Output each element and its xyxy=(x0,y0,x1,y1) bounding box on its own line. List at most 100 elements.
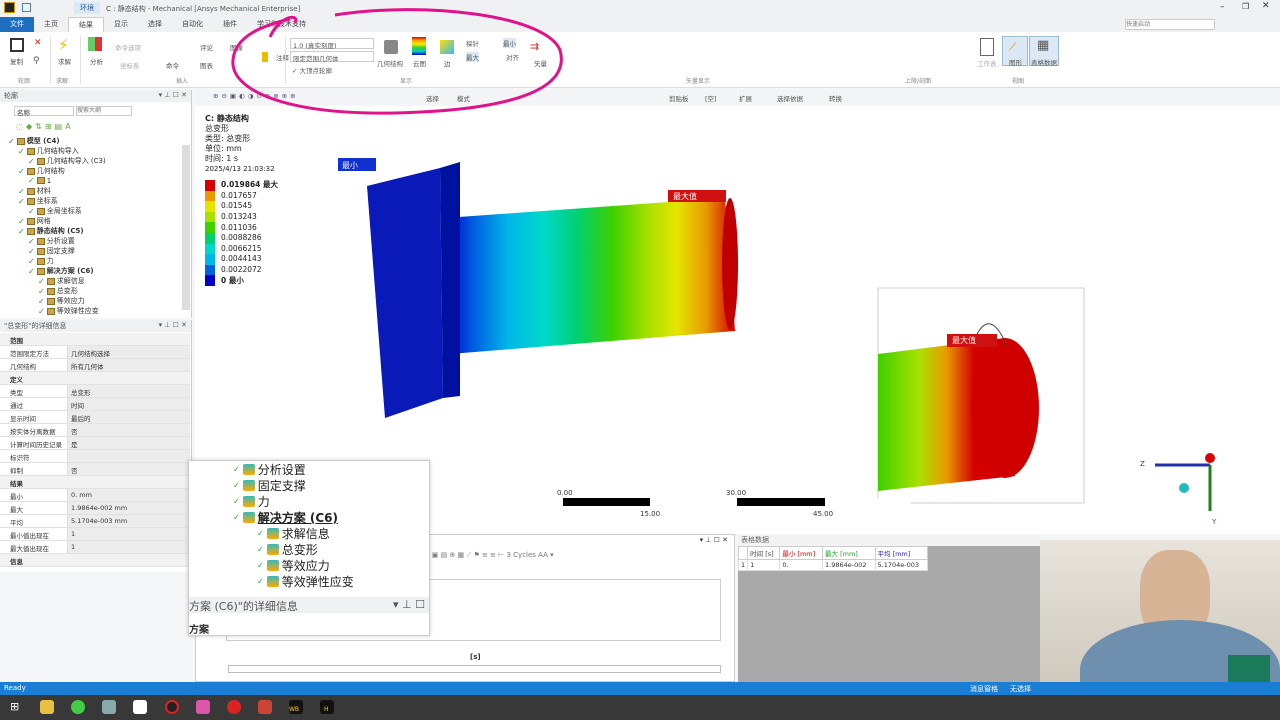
extend-button[interactable]: 扩展 xyxy=(739,93,752,103)
tab-automation[interactable]: 自动化 xyxy=(172,17,213,32)
minimize-button[interactable]: – xyxy=(1220,2,1225,12)
command-button[interactable]: 命令 xyxy=(166,60,179,70)
panel-controls[interactable]: ▾ ⊥ ☐ ✕ xyxy=(159,321,187,329)
floating-tree-item[interactable]: ✓ 固定支撑 xyxy=(233,477,306,494)
table-header[interactable]: 最小 [mm] xyxy=(779,546,824,560)
table-header[interactable]: 平均 [mm] xyxy=(874,546,928,560)
details-value[interactable]: 否 xyxy=(68,463,190,475)
details-section[interactable]: 信息 xyxy=(0,554,190,567)
probe-stack-button[interactable]: 命令选项 xyxy=(115,42,141,52)
tree-item[interactable]: ✓ 解决方案 (C6) xyxy=(28,266,94,276)
details-section[interactable]: 结果 xyxy=(0,476,190,489)
tree-item[interactable]: ✓ 模型 (C4) xyxy=(8,136,60,146)
tree-item[interactable]: ✓ 几何结构导入 xyxy=(18,146,79,156)
tree-item[interactable]: ✓ 静态结构 (C5) xyxy=(18,226,84,236)
tree-item[interactable]: ✓ 等效弹性应变 xyxy=(38,306,99,316)
details-value[interactable]: 1.9864e-002 mm xyxy=(68,502,190,514)
floating-tree-item[interactable]: ✓ 解决方案 (C6) xyxy=(233,509,338,526)
mechanical-icon[interactable]: H xyxy=(320,700,334,714)
details-value[interactable]: 最后的 xyxy=(68,411,190,423)
comment-button[interactable]: 评论 xyxy=(200,42,213,52)
close-button[interactable]: ✕ xyxy=(1262,1,1270,11)
chart-button[interactable]: 图表 xyxy=(200,60,213,70)
tab-results[interactable]: 结果 xyxy=(68,17,104,32)
details-value[interactable] xyxy=(68,450,190,462)
app-icon-2[interactable] xyxy=(196,700,210,714)
outline-search-input[interactable] xyxy=(76,106,132,116)
save-icon[interactable] xyxy=(22,3,31,12)
tree-item[interactable]: ✓ 几何结构导入 (C3) xyxy=(28,156,106,166)
floating-tree-item[interactable]: ✓ 总变形 xyxy=(257,541,318,558)
tree-item[interactable]: ✓ 等效应力 xyxy=(38,296,85,306)
tree-item[interactable]: ✓ 几何结构 xyxy=(18,166,65,176)
tab-home[interactable]: 主页 xyxy=(34,17,68,32)
copy-button[interactable]: 复制 xyxy=(10,56,23,66)
tree-item[interactable]: ✓ 力 xyxy=(28,256,54,266)
floating-tree-item[interactable]: ✓ 等效应力 xyxy=(257,557,330,574)
tree-item[interactable]: ✓ 分析设置 xyxy=(28,236,75,246)
tree-item[interactable]: ✓ 全局坐标系 xyxy=(28,206,82,216)
details-value[interactable]: 几何结构选择 xyxy=(68,346,190,358)
graph-toolbar[interactable]: ▾ ▣ ▤ ⊕ ▦ ⟋ ⚑ ≡ ≡ ⊢ 3 Cycles AA ▾ xyxy=(426,551,554,560)
context-tab[interactable]: 环境 xyxy=(74,2,100,14)
browser-icon[interactable] xyxy=(71,700,85,714)
tab-display[interactable]: 显示 xyxy=(104,17,138,32)
app-icon[interactable] xyxy=(133,700,147,714)
search-icon[interactable]: ⚲ xyxy=(33,56,40,66)
recorder-icon[interactable] xyxy=(165,700,179,714)
solve-button[interactable]: 求解 xyxy=(58,56,71,66)
calculator-icon[interactable] xyxy=(102,700,116,714)
details-value[interactable]: 0. mm xyxy=(68,489,190,501)
powerpoint-icon[interactable] xyxy=(258,700,272,714)
tree-item[interactable]: ✓ 总变形 xyxy=(38,286,78,296)
outline-tools-icon[interactable]: ◌◆⇅⊞▤A xyxy=(16,122,74,131)
tree-item[interactable]: ✓ 1 xyxy=(28,176,51,185)
tree-item[interactable]: ✓ 坐标系 xyxy=(18,196,58,206)
tree-item[interactable]: ✓ 求解信息 xyxy=(38,276,85,286)
details-value[interactable]: 1 xyxy=(68,541,190,553)
outline-scrollbar[interactable] xyxy=(182,145,190,310)
select-by-button[interactable]: 选择依据 xyxy=(777,93,803,103)
details-value[interactable]: 所有几何体 xyxy=(68,359,190,371)
messages-pane-link[interactable]: 消息窗格 xyxy=(970,684,998,694)
analysis-button[interactable]: 分析 xyxy=(90,56,103,66)
details-value[interactable]: 5.1704e-003 mm xyxy=(68,515,190,527)
windows-start-icon[interactable]: ⊞ xyxy=(10,700,24,714)
tree-item[interactable]: ✓ 固定支撑 xyxy=(28,246,75,256)
details-value[interactable]: 否 xyxy=(68,424,190,436)
worksheet-button[interactable]: 工作表 xyxy=(977,58,997,68)
floating-tree-item[interactable]: ✓ 力 xyxy=(233,493,270,510)
panel-controls[interactable]: ▾ ⊥ ☐ xyxy=(393,598,425,611)
details-section[interactable]: 定义 xyxy=(0,372,190,385)
tree-item[interactable]: ✓ 材料 xyxy=(18,186,51,196)
workbench-icon[interactable]: WB xyxy=(289,700,303,714)
name-filter-select[interactable]: 名称 xyxy=(14,106,74,117)
panel-controls[interactable]: ▾ ⊥ ☐ ✕ xyxy=(159,91,187,99)
details-value[interactable]: 时间 xyxy=(68,398,190,410)
table-header[interactable]: 时间 [s] xyxy=(747,546,781,560)
table-header[interactable]: 最大 [mm] xyxy=(822,546,876,560)
cycles-select[interactable]: 3 Cycles xyxy=(506,551,535,559)
details-value[interactable]: 总变形 xyxy=(68,385,190,397)
file-explorer-icon[interactable] xyxy=(40,700,54,714)
floating-tree-item[interactable]: ✓ 求解信息 xyxy=(257,525,330,542)
tab-selection[interactable]: 选择 xyxy=(138,17,172,32)
details-section[interactable]: 范围 xyxy=(0,333,190,346)
floating-tree-item[interactable]: ✓ 等效弹性应变 xyxy=(257,573,354,590)
opera-icon[interactable] xyxy=(227,700,241,714)
floating-tree-item[interactable]: ✓ 分析设置 xyxy=(233,461,306,478)
coordinate-system-button[interactable]: 坐标系 xyxy=(120,60,140,70)
graph-button[interactable]: 图形 ⟋ xyxy=(1002,36,1028,67)
clipboard-button[interactable]: 剪贴板 xyxy=(669,93,689,103)
time-slider[interactable] xyxy=(228,665,721,673)
quick-launch-input[interactable] xyxy=(1125,19,1215,30)
tab-file[interactable]: 文件 xyxy=(0,17,34,32)
restore-button[interactable]: ❐ xyxy=(1242,2,1249,11)
details-value[interactable]: 是 xyxy=(68,437,190,449)
details-value[interactable]: 1 xyxy=(68,528,190,540)
panel-controls[interactable]: ▾ ⊥ ☐ ✕ xyxy=(700,536,728,544)
tree-item[interactable]: ✓ 网格 xyxy=(18,216,51,226)
tabular-data-button[interactable]: 表格数据 ▦ xyxy=(1029,36,1059,67)
delete-icon[interactable]: ✕ xyxy=(34,38,42,48)
convert-button[interactable]: 转换 xyxy=(829,93,842,103)
